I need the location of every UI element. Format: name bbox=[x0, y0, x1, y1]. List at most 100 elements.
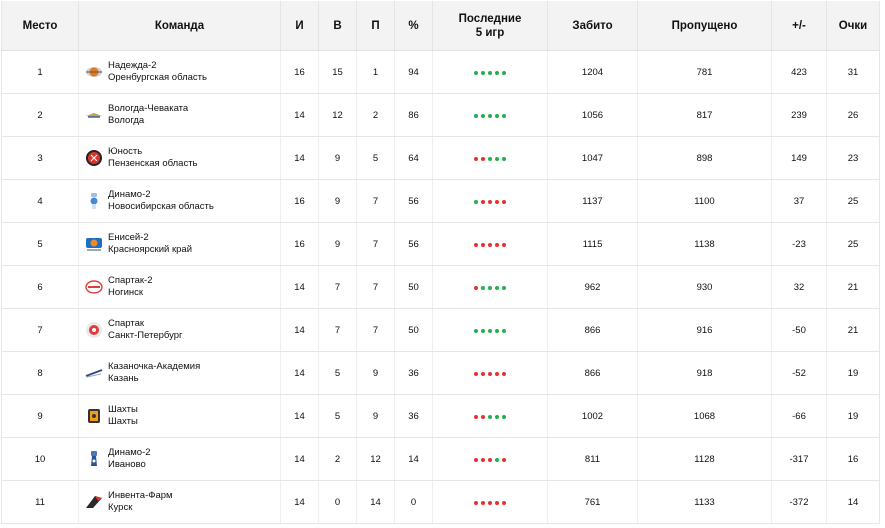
header-conceded[interactable]: Пропущено bbox=[637, 1, 772, 51]
wins-cell: 2 bbox=[318, 437, 357, 481]
place-cell: 6 bbox=[1, 265, 79, 309]
place-cell: 3 bbox=[1, 136, 79, 180]
wins-cell: 5 bbox=[318, 351, 357, 395]
header-wins[interactable]: В bbox=[318, 1, 357, 51]
place-cell: 9 bbox=[1, 394, 79, 438]
team-cell[interactable]: Спартак Санкт-Петербург bbox=[78, 308, 281, 352]
conceded-cell: 781 bbox=[637, 50, 772, 94]
spartak-spb-logo-icon bbox=[85, 321, 103, 339]
team-name[interactable]: Спартак-2 bbox=[108, 275, 153, 287]
team-name[interactable]: Инвента-Фарм bbox=[108, 490, 173, 502]
scored-cell: 1002 bbox=[547, 394, 638, 438]
form-cell bbox=[432, 136, 548, 180]
team-link[interactable]: Казаночка-Академия Казань bbox=[79, 361, 280, 385]
diff-cell: -66 bbox=[771, 394, 827, 438]
team-link[interactable]: Спартак-2 Ногинск bbox=[79, 275, 280, 299]
team-name[interactable]: Юность bbox=[108, 146, 198, 158]
inventa-logo-icon bbox=[85, 493, 103, 511]
header-percent[interactable]: % bbox=[394, 1, 433, 51]
scored-cell: 761 bbox=[547, 480, 638, 524]
header-last5[interactable]: Последние 5 игр bbox=[432, 1, 548, 51]
team-name[interactable]: Вологда-Чеваката bbox=[108, 103, 188, 115]
loss-dot bbox=[495, 371, 499, 376]
percent-cell: 14 bbox=[394, 437, 433, 481]
team-name[interactable]: Динамо-2 bbox=[108, 447, 151, 459]
points-cell: 21 bbox=[826, 265, 880, 309]
team-link[interactable]: Динамо-2 Иваново bbox=[79, 447, 280, 471]
percent-cell: 56 bbox=[394, 222, 433, 266]
team-cell[interactable]: Вологда-Чеваката Вологда bbox=[78, 93, 281, 137]
team-cell[interactable]: Динамо-2 Иваново bbox=[78, 437, 281, 481]
table-row[interactable]: 5 Енисей-2 Красноярский край 16 9 7 56 1115 1… bbox=[1, 222, 880, 266]
loss-dot bbox=[474, 156, 478, 161]
table-row[interactable]: 2 Вологда-Чеваката Вологда 14 12 2 86 1056 81… bbox=[1, 93, 880, 137]
games-cell: 14 bbox=[280, 437, 319, 481]
place-cell: 2 bbox=[1, 93, 79, 137]
scored-cell: 866 bbox=[547, 351, 638, 395]
team-cell[interactable]: Динамо-2 Новосибирская область bbox=[78, 179, 281, 223]
table-row[interactable]: 8 Казаночка-Академия Казань 14 5 9 36 866 918… bbox=[1, 351, 880, 395]
team-cell[interactable]: Инвента-Фарм Курск bbox=[78, 480, 281, 524]
last5-form bbox=[474, 242, 506, 247]
team-text: Динамо-2 Новосибирская область bbox=[108, 189, 214, 213]
percent-cell: 50 bbox=[394, 265, 433, 309]
conceded-cell: 918 bbox=[637, 351, 772, 395]
form-cell bbox=[432, 308, 548, 352]
team-name[interactable]: Енисей-2 bbox=[108, 232, 192, 244]
team-link[interactable]: Юность Пензенская область bbox=[79, 146, 280, 170]
team-name[interactable]: Шахты bbox=[108, 404, 138, 416]
last5-form bbox=[474, 285, 506, 290]
header-points[interactable]: Очки bbox=[826, 1, 880, 51]
loss-dot bbox=[502, 500, 506, 505]
losses-cell: 7 bbox=[356, 308, 395, 352]
enisey-logo-icon bbox=[85, 235, 103, 253]
scored-cell: 1115 bbox=[547, 222, 638, 266]
table-row[interactable]: 10 Динамо-2 Иваново 14 2 12 14 811 1128 -317 16 bbox=[1, 437, 880, 481]
table-row[interactable]: 1 Надежда-2 Оренбургская область 16 15 1 94… bbox=[1, 50, 880, 94]
header-team[interactable]: Команда bbox=[78, 1, 281, 51]
team-region: Санкт-Петербург bbox=[108, 330, 183, 341]
team-link[interactable]: Енисей-2 Красноярский край bbox=[79, 232, 280, 256]
scored-cell: 866 bbox=[547, 308, 638, 352]
team-cell[interactable]: Спартак-2 Ногинск bbox=[78, 265, 281, 309]
header-place[interactable]: Место bbox=[1, 1, 79, 51]
header-losses[interactable]: П bbox=[356, 1, 395, 51]
team-name[interactable]: Надежда-2 bbox=[108, 60, 207, 72]
losses-cell: 9 bbox=[356, 351, 395, 395]
table-row[interactable]: 6 Спартак-2 Ногинск 14 7 7 50 962 930 32 21 bbox=[1, 265, 880, 309]
team-cell[interactable]: Юность Пензенская область bbox=[78, 136, 281, 180]
header-diff[interactable]: +/- bbox=[771, 1, 827, 51]
loss-dot bbox=[502, 242, 506, 247]
loss-dot bbox=[474, 285, 478, 290]
team-link[interactable]: Надежда-2 Оренбургская область bbox=[79, 60, 280, 84]
win-dot bbox=[481, 285, 485, 290]
team-cell[interactable]: Шахты Шахты bbox=[78, 394, 281, 438]
last5-form bbox=[474, 457, 506, 462]
table-row[interactable]: 9 Шахты Шахты 14 5 9 36 1002 1068 -66 19 bbox=[1, 394, 880, 438]
team-link[interactable]: Динамо-2 Новосибирская область bbox=[79, 189, 280, 213]
team-cell[interactable]: Надежда-2 Оренбургская область bbox=[78, 50, 281, 94]
team-cell[interactable]: Енисей-2 Красноярский край bbox=[78, 222, 281, 266]
header-games[interactable]: И bbox=[280, 1, 319, 51]
last5-form bbox=[474, 328, 506, 333]
header-last5-line1: Последние bbox=[458, 12, 522, 25]
table-row[interactable]: 4 Динамо-2 Новосибирская область 16 9 7 56 1… bbox=[1, 179, 880, 223]
place-cell: 7 bbox=[1, 308, 79, 352]
team-link[interactable]: Инвента-Фарм Курск bbox=[79, 490, 280, 514]
table-row[interactable]: 11 Инвента-Фарм Курск 14 0 14 0 761 1133 -372 1… bbox=[1, 480, 880, 524]
place-cell: 5 bbox=[1, 222, 79, 266]
table-row[interactable]: 3 Юность Пензенская область 14 9 5 64 1047 89… bbox=[1, 136, 880, 180]
win-dot bbox=[488, 328, 492, 333]
team-region: Казань bbox=[108, 373, 139, 384]
team-link[interactable]: Спартак Санкт-Петербург bbox=[79, 318, 280, 342]
team-link[interactable]: Вологда-Чеваката Вологда bbox=[79, 103, 280, 127]
team-name[interactable]: Казаночка-Академия bbox=[108, 361, 200, 373]
team-link[interactable]: Шахты Шахты bbox=[79, 404, 280, 428]
table-row[interactable]: 7 Спартак Санкт-Петербург 14 7 7 50 866 916 -5… bbox=[1, 308, 880, 352]
team-name[interactable]: Динамо-2 bbox=[108, 189, 214, 201]
loss-dot bbox=[474, 500, 478, 505]
team-cell[interactable]: Казаночка-Академия Казань bbox=[78, 351, 281, 395]
team-name[interactable]: Спартак bbox=[108, 318, 183, 330]
header-scored[interactable]: Забито bbox=[547, 1, 638, 51]
win-dot bbox=[481, 328, 485, 333]
